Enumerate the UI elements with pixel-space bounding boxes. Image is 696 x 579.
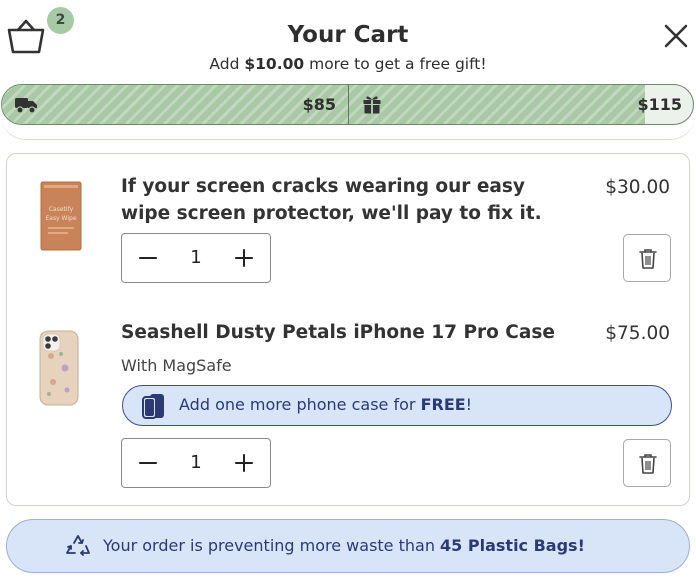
free-gift-suffix: more to get a free gift! (304, 55, 487, 73)
decrease-quantity-button[interactable] (136, 246, 160, 270)
cart-header: 2 Your Cart Add $10.00 more to get a fre… (0, 0, 696, 140)
decrease-quantity-button[interactable] (136, 451, 160, 475)
truck-icon (15, 98, 37, 114)
screen-protector-thumbnail[interactable]: Casetify Easy Wipe (40, 181, 82, 251)
eco-prefix: Your order is preventing more waste than (103, 536, 441, 555)
milestone-free-shipping-label: $85 (302, 95, 336, 114)
promo-prefix: Add one more phone case for (179, 395, 421, 414)
trash-icon (639, 249, 657, 269)
remove-item-button[interactable] (623, 234, 671, 282)
item-price: $75.00 (605, 323, 670, 344)
item-title[interactable]: If your screen cracks wearing our easy w… (121, 173, 542, 227)
milestone-free-gift-label: $115 (637, 95, 682, 114)
cart-title: Your Cart (287, 22, 409, 48)
item-title-line-1: If your screen cracks wearing our easy (121, 176, 525, 197)
free-gift-amount: $10.00 (244, 55, 305, 73)
close-icon[interactable] (663, 23, 689, 49)
promo-message: Add one more phone case for FREE! (179, 395, 472, 414)
increase-quantity-button[interactable] (232, 451, 256, 475)
eco-impact-banner: Your order is preventing more waste than… (6, 519, 690, 573)
recycle-icon (66, 535, 90, 556)
increase-quantity-button[interactable] (232, 246, 256, 270)
eco-impact-message: Your order is preventing more waste than… (103, 536, 585, 555)
gift-icon (363, 96, 381, 114)
free-gift-message: Add $10.00 more to get a free gift! (0, 55, 696, 73)
item-title[interactable]: Seashell Dusty Petals iPhone 17 Pro Case (121, 319, 555, 346)
bogo-promo-banner[interactable]: Add one more phone case for FREE! (122, 385, 672, 426)
cart-items-list: Casetify Easy Wipe If your screen cracks… (6, 153, 690, 506)
quantity-stepper: 1 (121, 438, 271, 488)
thumbnail-brand-text: Casetify (49, 206, 74, 213)
eco-bags-count: 45 Plastic Bags! (440, 536, 585, 555)
quantity-value[interactable]: 1 (172, 247, 220, 268)
thumbnail-product-text: Easy Wipe (45, 215, 76, 222)
remove-item-button[interactable] (623, 439, 671, 487)
item-title-line-2: wipe screen protector, we'll pay to fix … (121, 203, 542, 224)
phone-case-thumbnail[interactable] (39, 330, 79, 406)
item-price: $30.00 (605, 177, 670, 198)
quantity-value[interactable]: 1 (172, 452, 220, 473)
progress-divider (348, 85, 349, 124)
promo-free-label: FREE (420, 395, 466, 414)
free-gift-prefix: Add (209, 55, 245, 73)
phone-case-icon (142, 394, 164, 419)
promo-suffix: ! (465, 395, 473, 414)
trash-icon (639, 454, 657, 474)
rewards-progress-bar: $85 $115 (1, 84, 694, 125)
item-variant: With MagSafe (121, 356, 232, 375)
quantity-stepper: 1 (121, 233, 271, 283)
